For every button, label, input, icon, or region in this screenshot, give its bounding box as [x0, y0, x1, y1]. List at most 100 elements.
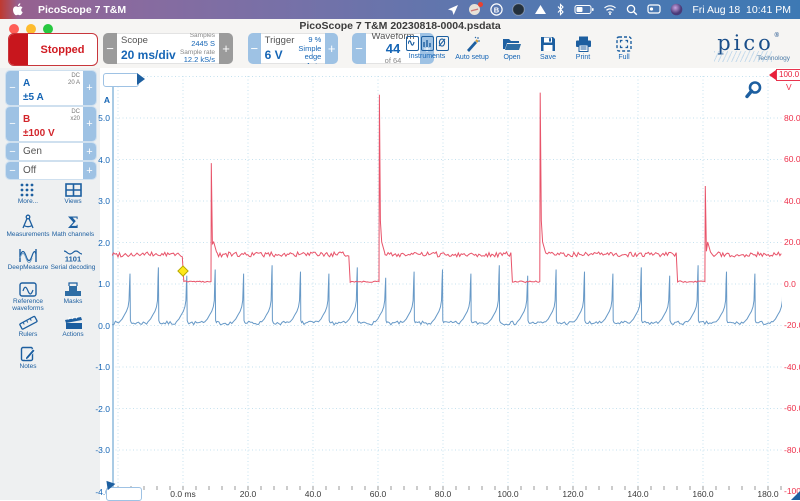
full-screen-button[interactable]: Full — [608, 36, 640, 61]
notes-icon — [20, 346, 36, 362]
bitwarden-icon[interactable]: B — [490, 3, 503, 16]
channel-b-probe: x20 — [70, 116, 80, 122]
instruments-button[interactable]: Instruments — [404, 36, 450, 60]
serial-decoding-button[interactable]: 1101 Serial decoding — [50, 248, 96, 271]
notes-button[interactable]: Notes — [5, 346, 51, 370]
channel-a-name[interactable]: A — [23, 78, 30, 89]
top-pan-handle[interactable] — [103, 73, 139, 87]
right-axis-tick-label: -60.0 — [784, 403, 800, 413]
channel-b-panel: − B DCx20 ±100 V + — [5, 106, 97, 142]
dark-mode-icon[interactable] — [512, 3, 525, 16]
wifi-icon[interactable] — [603, 4, 617, 15]
reference-waveforms-icon — [19, 282, 37, 297]
spotlight-search-icon[interactable] — [626, 4, 638, 16]
menubar-app-title[interactable]: PicoScope 7 T&M — [38, 4, 126, 16]
trigger-level-value[interactable]: 6 V — [265, 48, 295, 62]
measurements-label: Measurements — [7, 231, 50, 238]
scope-instrument-icon — [406, 36, 419, 51]
auto-setup-label: Auto setup — [455, 54, 488, 61]
trigger-level-marker[interactable] — [178, 266, 188, 276]
trigger-decrease-button[interactable]: − — [248, 33, 261, 64]
stopped-button[interactable]: Stopped — [8, 33, 98, 66]
battery-icon[interactable] — [574, 4, 594, 15]
open-button[interactable]: Open — [494, 36, 530, 61]
right-axis-unit: V — [786, 82, 792, 92]
scope-timebase-value[interactable]: 20 ms/div — [121, 48, 176, 62]
corner-resize-icon[interactable] — [791, 491, 800, 500]
left-axis-tick-label: 5.0 — [86, 113, 110, 123]
full-screen-icon — [616, 36, 632, 52]
triangle-menu-icon[interactable] — [534, 4, 547, 15]
reference-waveforms-button[interactable]: Reference waveforms — [5, 282, 51, 313]
window-title: PicoScope 7 T&M 20230818-0004.psdata — [0, 20, 800, 32]
more-dots-icon — [20, 183, 37, 197]
off-channel-increase-button[interactable]: + — [83, 162, 96, 179]
right-axis-tick-label: 0.0 — [784, 279, 796, 289]
rulers-button[interactable]: Rulers — [5, 315, 51, 338]
left-axis-tick-label: -1.0 — [86, 362, 110, 372]
svg-text:B: B — [494, 5, 500, 14]
actions-clapperboard-icon — [64, 315, 83, 330]
right-axis-tick-label: 60.0 — [784, 154, 800, 164]
top-pan-arrow-icon — [137, 73, 145, 85]
display-menu-icon[interactable] — [647, 4, 661, 15]
channel-a-decrease-button[interactable]: − — [6, 71, 19, 105]
trigger-sweep: Auto — [298, 62, 321, 64]
pico-logo-registered-mark: ® — [774, 32, 783, 39]
measurements-caliper-icon — [20, 214, 36, 230]
measurements-button[interactable]: Measurements — [5, 214, 51, 238]
save-button[interactable]: Save — [532, 36, 564, 61]
off-channel-decrease-button[interactable]: − — [6, 162, 19, 179]
location-icon[interactable] — [447, 4, 459, 16]
channel-b-offset-marker[interactable]: 100.0 — [769, 69, 800, 81]
siri-icon[interactable] — [670, 3, 683, 16]
scope-decrease-button[interactable]: − — [103, 33, 117, 64]
waveform-previous-button[interactable]: − — [352, 33, 366, 64]
off-channel-name[interactable]: Off — [23, 164, 79, 177]
full-screen-label: Full — [618, 54, 629, 61]
x-axis-tick-label: 80.0 — [413, 489, 473, 499]
channel-a-panel: − A DC20 A ±5 A + — [5, 70, 97, 106]
deepmeasure-label: DeepMeasure — [8, 264, 49, 271]
offset-marker-arrow-icon — [769, 70, 776, 80]
bottom-pan-handle[interactable] — [106, 487, 142, 501]
print-button[interactable]: Print — [566, 36, 600, 61]
zoom-tool-icon[interactable] — [744, 80, 764, 100]
scope-increase-button[interactable]: + — [219, 33, 233, 64]
sigma-icon: Σ — [66, 214, 80, 230]
math-channels-button[interactable]: Σ Math channels — [50, 214, 96, 238]
generator-name[interactable]: Gen — [23, 145, 79, 158]
channel-b-coupling: DC — [71, 109, 80, 115]
open-label: Open — [503, 54, 520, 61]
auto-setup-button[interactable]: Auto setup — [452, 36, 492, 61]
channel-b-range[interactable]: ±100 V — [23, 128, 55, 139]
trigger-label[interactable]: Trigger — [265, 35, 295, 46]
menubar-clock[interactable]: Fri Aug 18 10:41 PM — [692, 4, 791, 16]
stopped-indicator — [9, 34, 28, 65]
app-notification-icon[interactable] — [468, 3, 481, 16]
apple-menu-icon[interactable] — [13, 3, 24, 16]
scope-label[interactable]: Scope — [121, 35, 176, 46]
x-axis-tick-label: 0.0 ms — [153, 489, 213, 499]
rulers-label: Rulers — [19, 331, 38, 338]
left-axis-tick-label: -3.0 — [86, 445, 110, 455]
deepmeasure-button[interactable]: DeepMeasure — [5, 248, 51, 271]
picoscope-app-window: { "controls": {"minus": "−", "plus": "+"… — [0, 0, 800, 500]
masks-icon — [64, 282, 82, 297]
left-axis-tick-label: 2.0 — [86, 238, 110, 248]
left-axis-tick-label: 1.0 — [86, 279, 110, 289]
waveform-plot[interactable] — [112, 76, 782, 490]
views-icon — [65, 183, 82, 197]
right-axis-tick-label: 40.0 — [784, 196, 800, 206]
trigger-increase-button[interactable]: + — [325, 33, 338, 64]
channel-b-name[interactable]: B — [23, 114, 30, 125]
bluetooth-icon[interactable] — [556, 3, 565, 16]
sample-rate-value: 12.2 kS/s — [180, 56, 215, 64]
channel-b-decrease-button[interactable]: − — [6, 107, 19, 141]
right-axis-tick-label: 20.0 — [784, 237, 800, 247]
dmm-instrument-icon — [436, 36, 449, 51]
generator-decrease-button[interactable]: − — [6, 143, 19, 160]
scope-graph-area[interactable]: A V 5.04.03.02.01.00.0-1.0-2.0-3.0-4.0 8… — [100, 68, 800, 500]
channel-a-range[interactable]: ±5 A — [23, 92, 44, 103]
more-button[interactable]: More... — [5, 183, 51, 205]
